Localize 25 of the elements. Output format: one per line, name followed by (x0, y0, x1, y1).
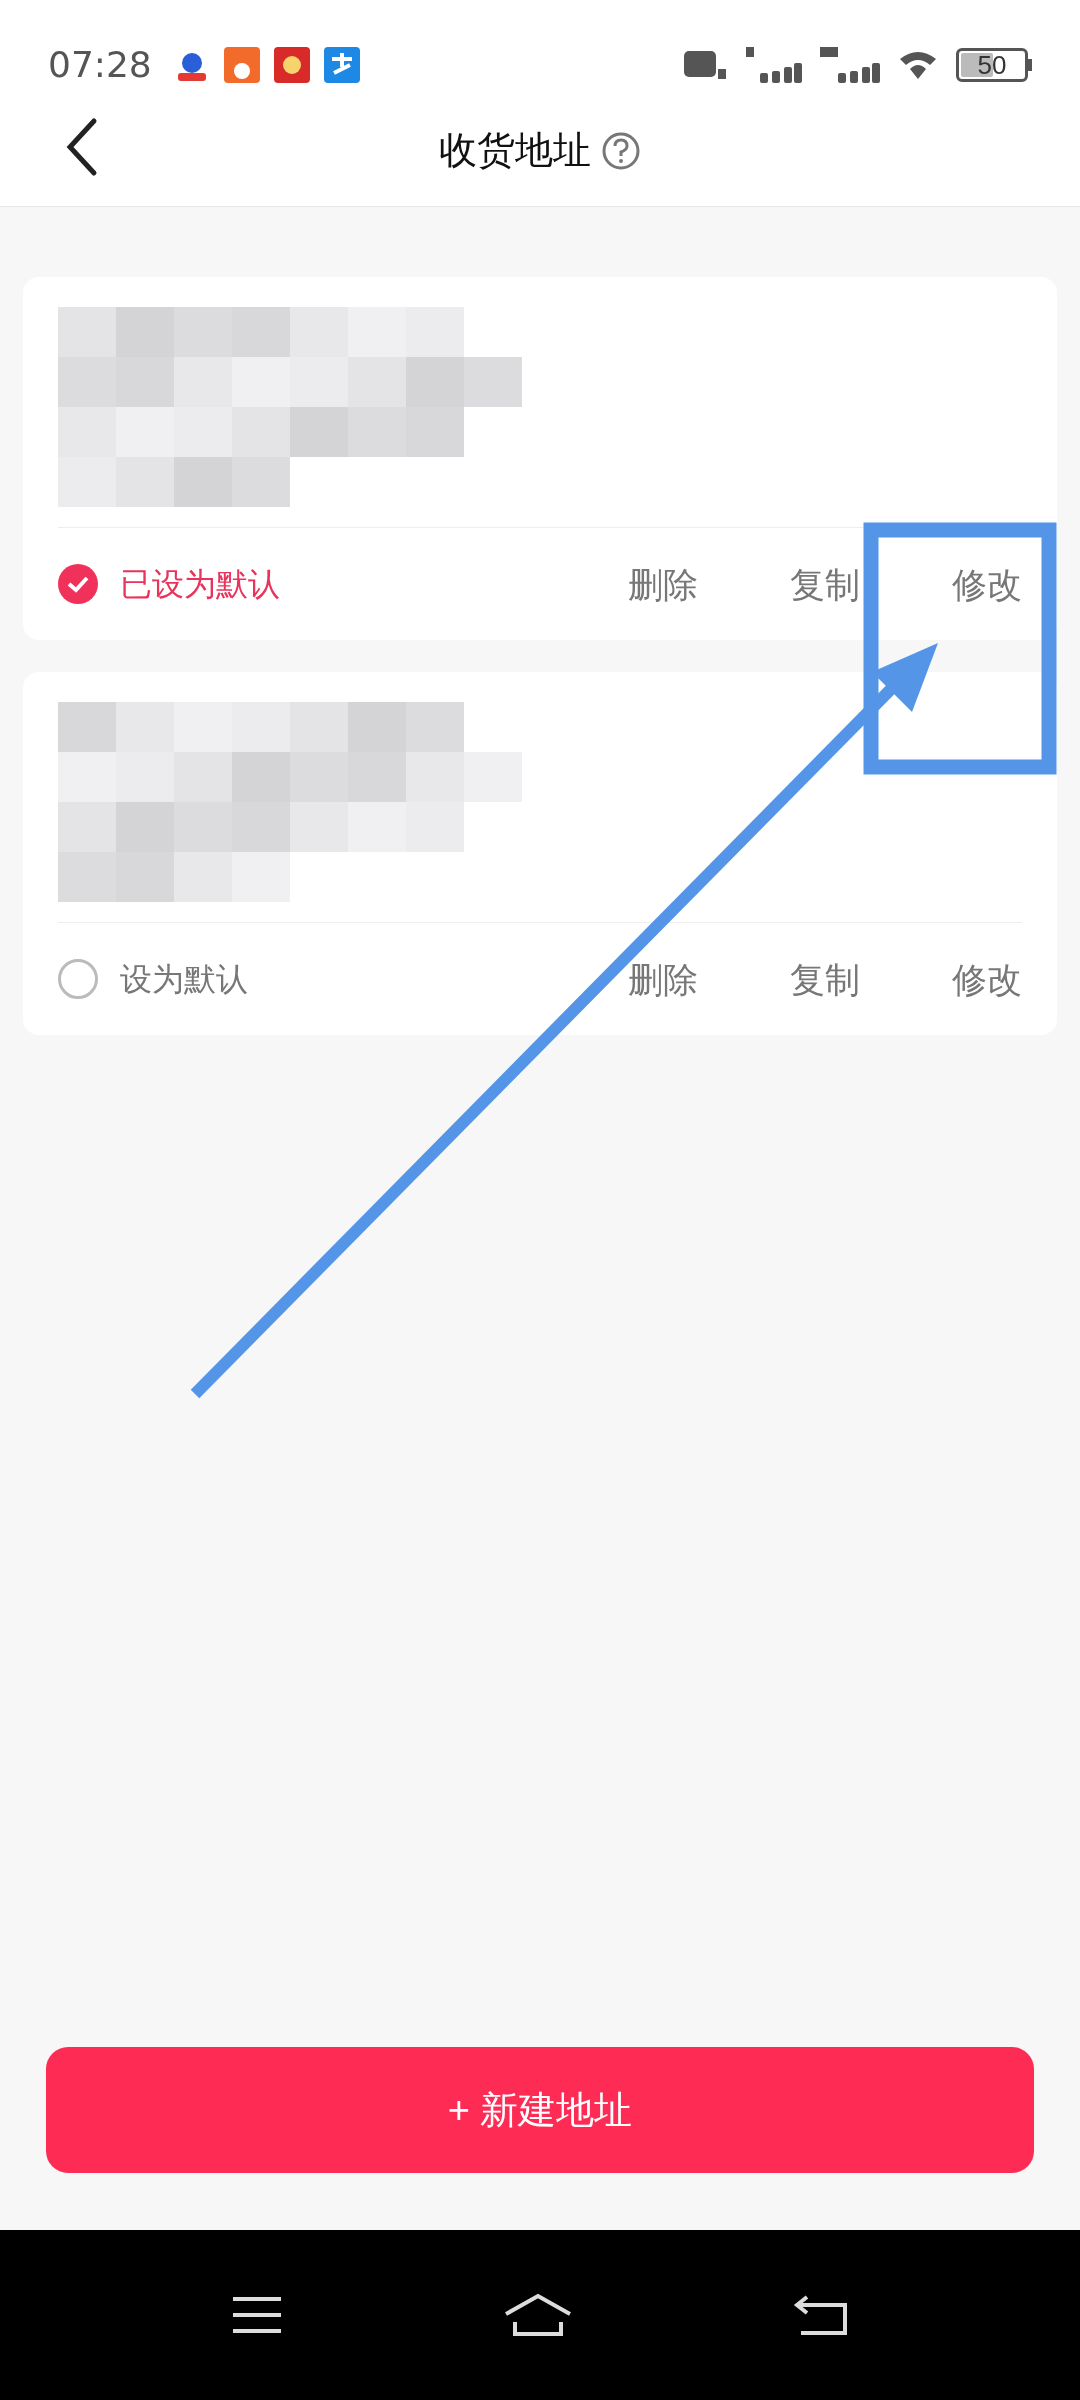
unchecked-icon[interactable] (58, 959, 98, 999)
copy-link[interactable]: 复制 (790, 566, 860, 602)
edit-link[interactable]: 修改 (952, 961, 1022, 997)
signal-icon (746, 45, 802, 85)
copy-link[interactable]: 复制 (790, 961, 860, 997)
delete-link[interactable]: 删除 (628, 961, 698, 997)
edit-link[interactable]: 修改 (952, 566, 1022, 602)
back-nav-icon[interactable] (793, 2293, 849, 2337)
delete-link[interactable]: 删除 (628, 566, 698, 602)
menu-icon[interactable] (231, 2295, 283, 2335)
wifi-icon (898, 49, 938, 81)
hd-icon (684, 49, 728, 81)
app-icon (323, 47, 360, 83)
app-icon (223, 47, 260, 83)
app-icon (273, 47, 310, 83)
default-label[interactable]: 设为默认 (120, 955, 248, 1003)
checked-icon[interactable] (58, 564, 98, 604)
back-icon (64, 117, 98, 177)
status-time: 07:28 (48, 43, 152, 87)
home-icon[interactable] (503, 2292, 573, 2338)
page-title: 收货地址 (439, 128, 591, 173)
new-address-button[interactable]: + 新建地址 (46, 2047, 1034, 2173)
signal-icon (820, 45, 880, 85)
help-icon[interactable] (601, 130, 641, 171)
default-label[interactable]: 已设为默认 (120, 560, 280, 608)
